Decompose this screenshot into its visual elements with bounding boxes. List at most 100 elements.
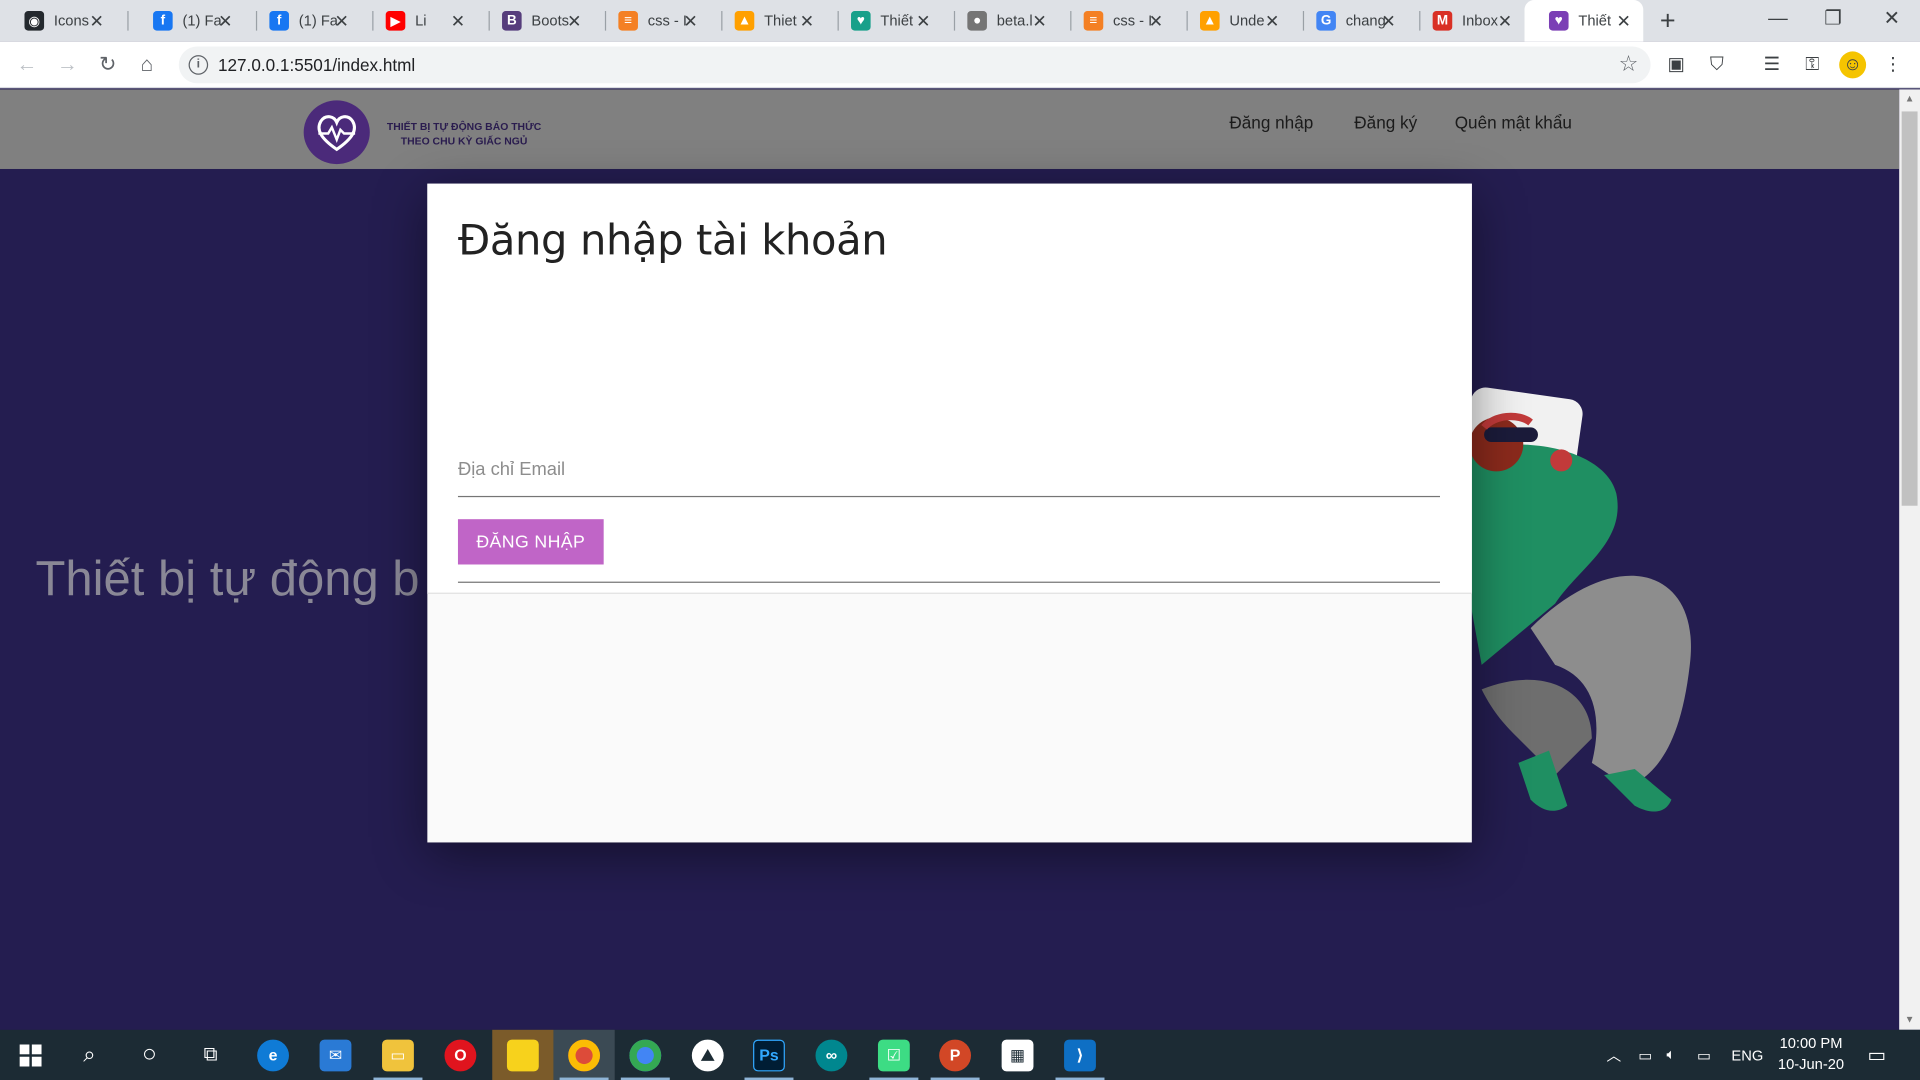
browser-tab[interactable]: ▲ Unde ✕: [1176, 0, 1292, 42]
browser-tab[interactable]: ◉ Icons ✕: [0, 0, 116, 42]
address-bar[interactable]: i 127.0.0.1:5501/index.html ☆: [178, 46, 1651, 84]
browser-tab[interactable]: ♥ Thiết ✕: [827, 0, 943, 42]
back-icon[interactable]: ←: [11, 49, 43, 81]
site-header: THIẾT BỊ TỰ ĐỘNG BÁO THỨC THEO CHU KỲ GI…: [0, 89, 1900, 169]
reload-icon[interactable]: ↻: [92, 49, 124, 81]
google-icon: G: [1316, 11, 1336, 31]
heart-pulse-logo-icon[interactable]: [303, 100, 370, 165]
tab-close-icon[interactable]: ✕: [332, 11, 352, 31]
browser-tab[interactable]: f (1) Fa ✕: [245, 0, 361, 42]
bookmark-star-icon[interactable]: ☆: [1619, 51, 1639, 77]
tab-close-icon[interactable]: ✕: [1146, 11, 1166, 31]
browser-tab[interactable]: ♥ Thiết ✕: [1524, 0, 1644, 42]
tab-close-icon[interactable]: ✕: [797, 11, 817, 31]
mail-icon[interactable]: ✉: [305, 1030, 366, 1080]
arduino-icon[interactable]: ∞: [801, 1030, 862, 1080]
sticky-notes-icon[interactable]: [492, 1029, 554, 1080]
facebook-icon: f: [153, 11, 173, 31]
tab-close-icon[interactable]: ✕: [1262, 11, 1282, 31]
browser-tab[interactable]: ● beta.l ✕: [943, 0, 1059, 42]
browser-toolbar: ← → ↻ ⌂ i 127.0.0.1:5501/index.html ☆ ▣ …: [0, 41, 1920, 89]
restore-icon[interactable]: ❐: [1805, 0, 1861, 42]
tab-close-icon[interactable]: ✕: [1495, 11, 1515, 31]
login-title: Đăng nhập tài khoản: [457, 216, 888, 266]
login-modal: Đăng nhập tài khoản ĐĂNG NHẬP: [427, 183, 1472, 843]
browser-tab[interactable]: Gchang ✕: [1292, 0, 1408, 42]
nav-forgot-password-link[interactable]: Quên mật khẩu: [1455, 113, 1572, 133]
android-studio-icon[interactable]: ☑: [863, 1030, 924, 1080]
edge-icon[interactable]: e: [242, 1030, 303, 1080]
browser-tab[interactable]: ≡ css - I ✕: [1059, 0, 1175, 42]
tab-close-icon[interactable]: ✕: [448, 11, 468, 31]
forward-icon[interactable]: →: [51, 49, 83, 81]
page-viewport: THIẾT BỊ TỰ ĐỘNG BÁO THỨC THEO CHU KỲ GI…: [0, 89, 1900, 1030]
tab-close-icon[interactable]: ✕: [216, 11, 236, 31]
opera-icon[interactable]: O: [430, 1030, 491, 1080]
minimize-icon[interactable]: —: [1750, 0, 1806, 42]
scroll-up-arrow-icon[interactable]: ▲: [1899, 89, 1920, 109]
tab-close-icon[interactable]: ✕: [681, 11, 701, 31]
nav-register-link[interactable]: Đăng ký: [1354, 113, 1417, 133]
heart-app-icon: ♥: [851, 11, 871, 31]
address-url[interactable]: 127.0.0.1:5501/index.html: [218, 55, 415, 75]
system-clock[interactable]: 10:00 PM 10-Jun-20: [1771, 1033, 1852, 1075]
tab-close-icon[interactable]: ✕: [87, 11, 107, 31]
logo-text[interactable]: THIẾT BỊ TỰ ĐỘNG BÁO THỨC THEO CHU KỲ GI…: [378, 119, 549, 148]
windows-taskbar: ⌕ ○ ⧉ e ✉ ▭ O ⛰ Ps ∞ ☑ P ▦ ⟩ ︿ ▭ 🔈︎ ▭ EN…: [0, 1029, 1920, 1080]
browser-tab[interactable]: M Inbox ✕: [1408, 0, 1524, 42]
heart-app-icon: ♥: [1548, 11, 1569, 31]
network-icon[interactable]: ▭: [1697, 1030, 1711, 1080]
photos-icon[interactable]: ⛰: [677, 1030, 738, 1080]
tab-close-icon[interactable]: ✕: [1030, 11, 1050, 31]
browser-tab[interactable]: ▲ Thiet ✕: [710, 0, 826, 42]
new-tab-icon[interactable]: +: [1653, 6, 1682, 35]
extension-shield-icon[interactable]: ⛉: [1703, 51, 1730, 78]
calculator-icon[interactable]: ▦: [987, 1030, 1048, 1080]
hero-heading: Thiết bị tự động b: [35, 552, 420, 607]
cortana-icon[interactable]: ○: [119, 1030, 180, 1080]
notification-center-icon[interactable]: ▭: [1867, 1030, 1886, 1080]
tab-close-icon[interactable]: ✕: [913, 11, 933, 31]
tab-close-icon[interactable]: ✕: [1614, 11, 1634, 31]
gmail-icon: M: [1432, 11, 1453, 31]
login-submit-button[interactable]: ĐĂNG NHẬP: [457, 519, 604, 565]
browser-tab[interactable]: B Boots ✕: [478, 0, 594, 42]
browser-tab[interactable]: ▶ Li ✕: [361, 0, 477, 42]
github-icon: ◉: [24, 11, 45, 31]
page-scrollbar[interactable]: ▲ ▼: [1899, 89, 1920, 1030]
key-icon[interactable]: ⚿: [1799, 51, 1826, 78]
cast-icon[interactable]: ▣: [1663, 51, 1690, 78]
email-field[interactable]: [457, 443, 1441, 496]
chrome-menu-icon[interactable]: ⋮: [1880, 51, 1907, 78]
site-info-icon[interactable]: i: [188, 55, 209, 75]
firebase-icon: ▲: [734, 11, 755, 31]
browser-tab[interactable]: f (1) Fa ✕: [129, 0, 245, 42]
profile-emoji-icon[interactable]: ☺: [1839, 51, 1867, 79]
file-explorer-icon[interactable]: ▭: [367, 1030, 428, 1080]
tab-close-icon[interactable]: ✕: [564, 11, 584, 31]
volume-icon[interactable]: 🔈︎: [1667, 1030, 1676, 1080]
browser-tab[interactable]: ≡ css - I ✕: [594, 0, 710, 42]
search-icon[interactable]: ⌕: [59, 1030, 120, 1080]
photoshop-icon[interactable]: Ps: [738, 1030, 799, 1080]
password-field[interactable]: [457, 528, 1441, 582]
reading-list-icon[interactable]: ☰: [1758, 51, 1785, 78]
browser-tab-strip: ◉ Icons ✕ f (1) Fa ✕ f (1) Fa ✕ ▶ Li ✕ B Boots ✕ ≡ css -…: [0, 0, 1920, 42]
home-icon[interactable]: ⌂: [131, 49, 163, 81]
globe-icon: ●: [967, 11, 987, 31]
language-indicator[interactable]: ENG: [1731, 1030, 1763, 1080]
nav-login-link[interactable]: Đăng nhập: [1229, 113, 1313, 133]
chrome-icon[interactable]: [553, 1029, 615, 1080]
battery-icon[interactable]: ▭: [1638, 1030, 1652, 1080]
scroll-down-arrow-icon[interactable]: ▼: [1899, 1010, 1920, 1030]
scrollbar-thumb[interactable]: [1901, 111, 1918, 506]
chrome-canary-icon[interactable]: [615, 1030, 676, 1080]
task-view-icon[interactable]: ⧉: [180, 1030, 241, 1080]
vscode-icon[interactable]: ⟩: [1049, 1030, 1110, 1080]
tray-chevron-icon[interactable]: ︿: [1607, 1030, 1622, 1080]
powerpoint-icon[interactable]: P: [924, 1030, 985, 1080]
tab-close-icon[interactable]: ✕: [1379, 11, 1399, 31]
close-window-icon[interactable]: ✕: [1864, 0, 1920, 42]
password-field-wrapper: [457, 528, 1441, 583]
windows-start-icon[interactable]: [0, 1030, 61, 1080]
